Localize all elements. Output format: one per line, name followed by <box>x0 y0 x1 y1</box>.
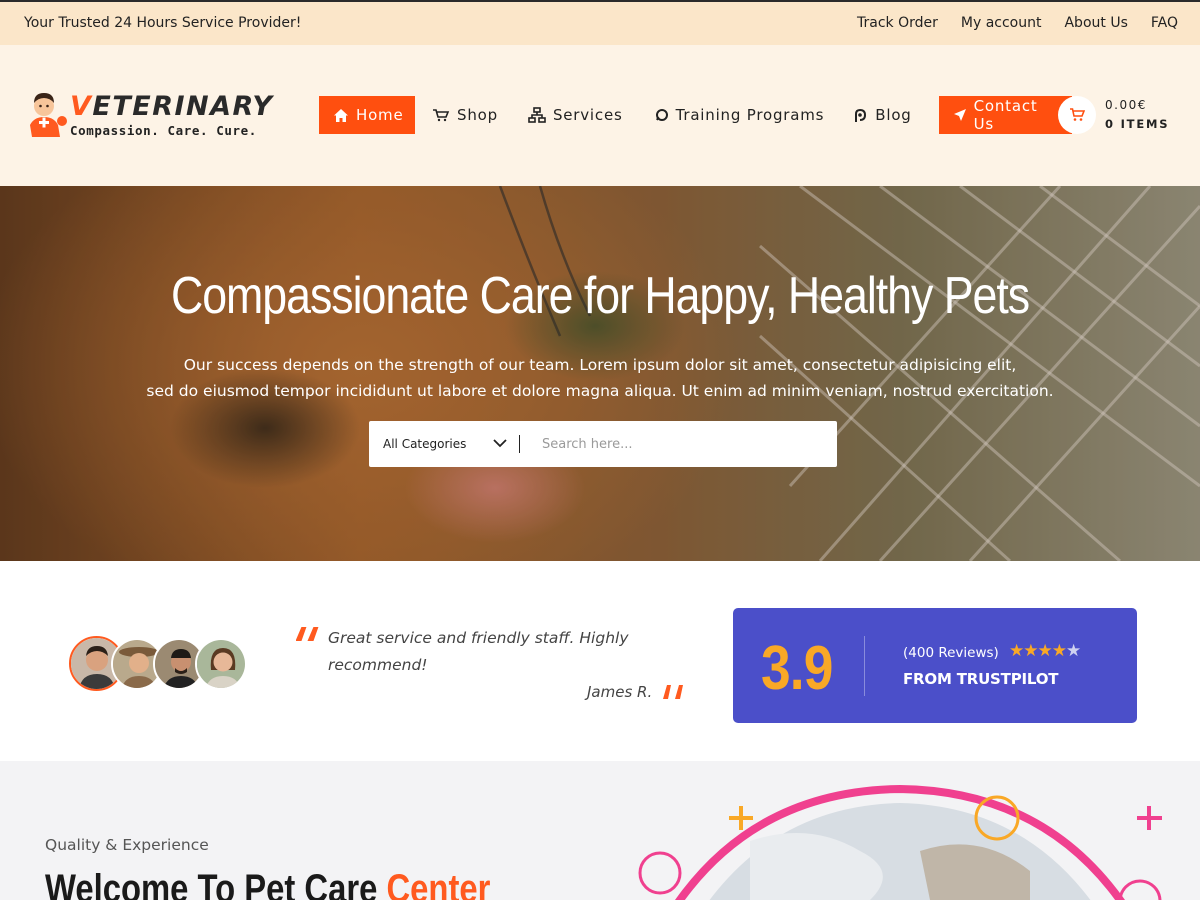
nav-services[interactable]: Services <box>528 96 623 134</box>
track-order-link[interactable]: Track Order <box>857 15 938 31</box>
logo-slogan: Compassion. Care. Cure. <box>70 123 257 138</box>
star-filled-icon: ★ <box>1009 641 1024 661</box>
chat-bubble-icon <box>655 109 668 121</box>
nav-services-label: Services <box>552 106 623 124</box>
product-search-bar: All Categories <box>369 421 837 467</box>
quote-open-icon <box>296 627 319 641</box>
top-links: Track Order My account About Us FAQ <box>857 15 1178 31</box>
chevron-down-icon <box>493 439 507 448</box>
testimonial-band: Great service and friendly staff. Highly… <box>0 561 1200 761</box>
vet-mascot-icon <box>30 93 67 137</box>
testimonial-author: James R. <box>587 683 653 701</box>
rating-divider <box>864 636 865 696</box>
review-count: (400 Reviews) <box>903 645 999 661</box>
cart-outline-icon <box>433 109 450 122</box>
category-select-value: All Categories <box>383 437 467 451</box>
nav-shop-label: Shop <box>457 106 498 124</box>
home-icon <box>334 108 348 122</box>
hero-banner: Compassionate Care for Happy, Healthy Pe… <box>0 186 1200 561</box>
customer-avatars <box>69 636 249 692</box>
blog-icon <box>855 108 867 122</box>
rating-score: 3.9 <box>761 634 833 703</box>
star-filled-icon: ★ <box>1051 641 1067 661</box>
logo-wordmark: VETERINARY <box>70 91 274 122</box>
quote-close-icon <box>663 685 683 699</box>
testimonial-quote: Great service and friendly staff. Highly… <box>328 629 629 674</box>
shopping-cart-icon <box>1070 108 1085 121</box>
site-logo[interactable]: VETERINARY Compassion. Care. Cure. <box>22 89 272 139</box>
faq-link[interactable]: FAQ <box>1151 15 1178 31</box>
nav-home[interactable]: Home <box>319 96 415 134</box>
rating-card: 3.9 (400 Reviews) ★★★★★ FROM TRUSTPILOT <box>733 608 1137 723</box>
nav-contact-label: Contact Us <box>973 97 1038 133</box>
hero-subtitle-line-1: Our success depends on the strength of o… <box>183 356 1017 374</box>
avatar <box>195 638 247 690</box>
section-title-accent: Center <box>386 867 491 900</box>
service-tagline: Your Trusted 24 Hours Service Provider! <box>24 15 302 31</box>
star-rating: ★★★★★ <box>1009 641 1081 661</box>
search-input[interactable] <box>520 424 837 464</box>
nav-training-programs[interactable]: Training Programs <box>655 96 825 134</box>
section-kicker: Quality & Experience <box>45 836 209 854</box>
about-us-link[interactable]: About Us <box>1064 15 1127 31</box>
cart-button[interactable] <box>1058 96 1096 134</box>
nav-shop[interactable]: Shop <box>432 96 498 134</box>
top-info-bar: Your Trusted 24 Hours Service Provider! … <box>0 0 1200 45</box>
star-filled-icon: ★ <box>1023 641 1038 661</box>
about-section: Quality & Experience Welcome To Pet Care… <box>0 761 1200 900</box>
hero-subtitle: Our success depends on the strength of o… <box>0 352 1200 404</box>
category-select[interactable]: All Categories <box>369 421 519 467</box>
decorative-photo-frame <box>638 784 1162 900</box>
site-header: VETERINARY Compassion. Care. Cure. Home … <box>0 45 1200 186</box>
star-filled-icon: ★ <box>1037 641 1053 661</box>
send-arrow-icon <box>953 109 966 121</box>
nav-home-label: Home <box>356 106 404 124</box>
nav-blog[interactable]: Blog <box>853 96 911 134</box>
section-title: Welcome To Pet Care Center <box>45 867 490 900</box>
rating-source: FROM TRUSTPILOT <box>903 670 1059 688</box>
hero-subtitle-line-2: sed do eiusmod tempor incididunt ut labo… <box>146 382 1054 400</box>
star-empty-icon: ★ <box>1066 641 1081 661</box>
main-nav: Home Shop Services Training Programs Blo… <box>319 96 1072 134</box>
nav-contact-us[interactable]: Contact Us <box>938 96 1072 134</box>
cart-total: 0.00€ <box>1105 98 1147 112</box>
my-account-link[interactable]: My account <box>961 15 1042 31</box>
nav-blog-label: Blog <box>875 106 912 124</box>
hero-title: Compassionate Care for Happy, Healthy Pe… <box>170 267 1030 325</box>
cart-item-count: 0 ITEMS <box>1105 117 1170 131</box>
nav-training-label: Training Programs <box>675 106 825 124</box>
section-title-main: Welcome To Pet Care <box>45 867 378 900</box>
sitemap-icon <box>528 107 546 123</box>
